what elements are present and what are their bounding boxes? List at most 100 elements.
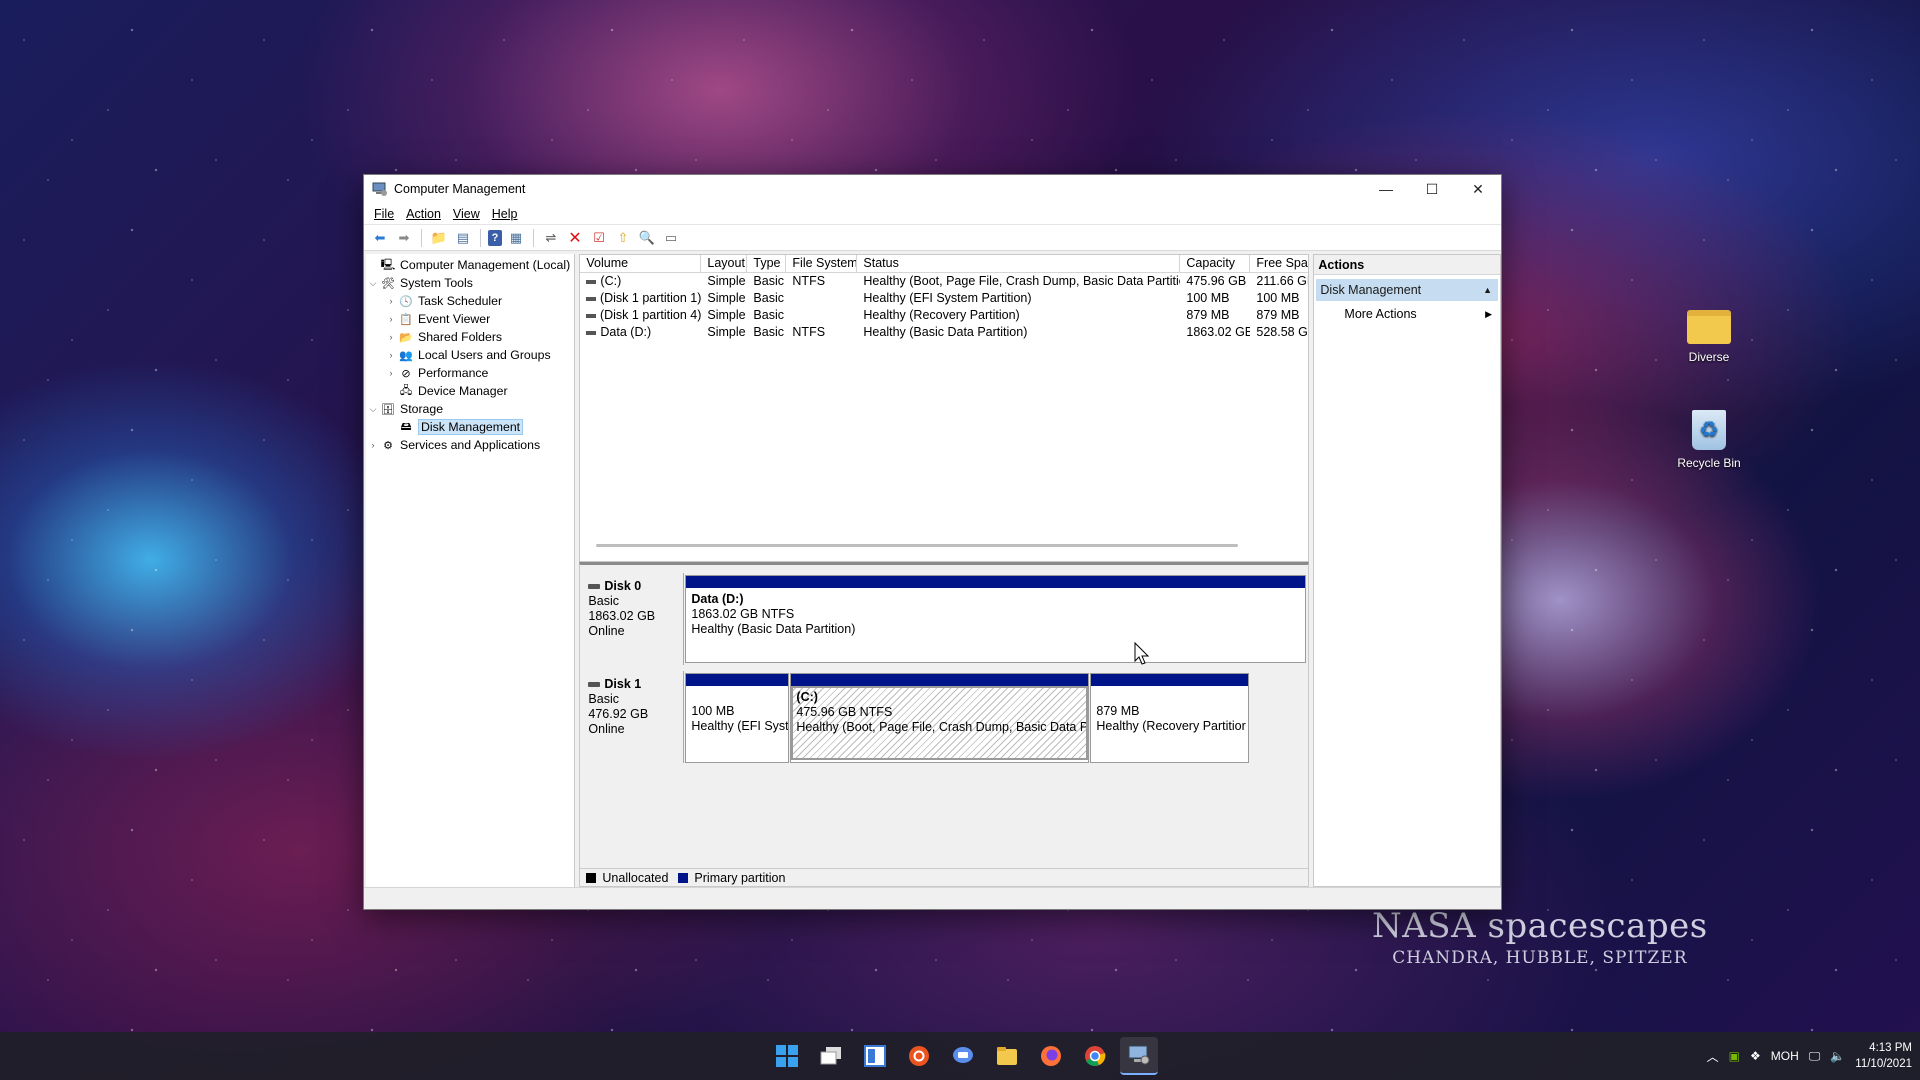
more-actions-item[interactable]: More Actions ▶ (1314, 303, 1500, 325)
column-header-type[interactable]: Type (747, 255, 787, 272)
chat-icon[interactable] (944, 1037, 982, 1075)
event-viewer-icon: 📋 (399, 313, 413, 326)
tree-item-disk-management[interactable]: 🖴 Disk Management (366, 418, 574, 436)
column-header-capacity[interactable]: Capacity (1180, 255, 1251, 272)
forward-arrow-icon[interactable]: ➡ (394, 228, 414, 248)
volume-row[interactable]: (Disk 1 partition 4) Simple Basic Health… (580, 307, 1308, 324)
partition-data-d[interactable]: Data (D:) 1863.02 GB NTFS Healthy (Basic… (685, 575, 1307, 663)
collapse-up-icon[interactable]: ▲ (1483, 279, 1492, 301)
cell-type: Basic (753, 325, 784, 339)
widgets-icon[interactable] (856, 1037, 894, 1075)
tree-item-shared-folders[interactable]: › 📂 Shared Folders (366, 328, 574, 346)
disk-graphical-view: Disk 0 Basic 1863.02 GB Online Data (D:)… (579, 562, 1310, 887)
tree-item-local-users[interactable]: › 👥 Local Users and Groups (366, 346, 574, 364)
tree-item-system-tools[interactable]: ⌵ 🛠 System Tools (366, 274, 574, 292)
disk-1-label[interactable]: Disk 1 Basic 476.92 GB Online (580, 671, 685, 763)
cell-layout: Simple (707, 308, 746, 322)
cell-layout: Simple (707, 274, 746, 288)
partition-size: 475.96 GB NTFS (796, 705, 893, 719)
firefox-icon[interactable] (1032, 1037, 1070, 1075)
partition-title: (C:) (796, 690, 818, 704)
chevron-right-icon[interactable]: › (384, 314, 398, 324)
tree-label: Local Users and Groups (418, 348, 551, 362)
desktop-icon-diverse[interactable]: Diverse (1673, 310, 1745, 364)
chevron-right-icon[interactable]: › (384, 332, 398, 342)
dropbox-icon[interactable]: ❖ (1750, 1049, 1761, 1063)
cell-capacity: 879 MB (1186, 308, 1230, 322)
column-header-status[interactable]: Status (857, 255, 1181, 272)
ubuntu-icon[interactable] (900, 1037, 938, 1075)
volume-icon[interactable]: 🔈 (1830, 1049, 1845, 1063)
column-header-file-system[interactable]: File System (786, 255, 858, 272)
properties-icon[interactable]: ▦ (506, 228, 526, 248)
desktop-icon-recycle-bin[interactable]: ♻ Recycle Bin (1673, 410, 1745, 470)
import-icon[interactable]: ⇧ (613, 228, 633, 248)
maximize-button[interactable]: ☐ (1409, 175, 1455, 203)
minimize-button[interactable]: — (1363, 175, 1409, 203)
menu-file[interactable]: File (374, 207, 394, 221)
chevron-down-icon[interactable]: ⌵ (366, 404, 380, 415)
help-icon[interactable]: ? (488, 229, 502, 246)
export-icon[interactable]: 🔍 (637, 228, 657, 248)
tree-item-performance[interactable]: › ⊘ Performance (366, 364, 574, 382)
actions-pane: Actions Disk Management ▲ More Actions ▶ (1313, 254, 1501, 887)
close-button[interactable]: ✕ (1455, 175, 1501, 203)
up-folder-icon[interactable]: 📁 (429, 228, 449, 248)
view-icon[interactable]: ▭ (661, 228, 681, 248)
partition-recovery[interactable]: 879 MB Healthy (Recovery Partitior (1090, 673, 1250, 763)
chevron-right-icon[interactable]: › (384, 350, 398, 360)
back-arrow-icon[interactable]: ⬅ (370, 228, 390, 248)
volume-row[interactable]: (C:) Simple Basic NTFS Healthy (Boot, Pa… (580, 273, 1308, 290)
title-bar[interactable]: Computer Management — ☐ ✕ (364, 175, 1501, 203)
chevron-down-icon[interactable]: ⌵ (366, 278, 380, 289)
volume-icon (586, 279, 597, 284)
chevron-right-icon[interactable]: › (384, 296, 398, 306)
computer-management-icon (372, 182, 387, 196)
menu-action[interactable]: Action (406, 207, 441, 221)
nvidia-icon[interactable]: ▣ (1729, 1049, 1740, 1063)
column-header-volume[interactable]: Volume (580, 255, 702, 272)
connect-icon[interactable]: ⇌ (541, 228, 561, 248)
disk-1-row: Disk 1 Basic 476.92 GB Online (580, 671, 685, 763)
disk-0-label[interactable]: Disk 0 Basic 1863.02 GB Online (580, 573, 685, 665)
partition-efi[interactable]: 100 MB Healthy (EFI Syst (685, 673, 790, 763)
tree-item-storage[interactable]: ⌵ 🗄 Storage (366, 400, 574, 418)
cell-file-system (786, 290, 857, 307)
check-icon[interactable]: ☑ (589, 228, 609, 248)
clock[interactable]: 4:13 PM 11/10/2021 (1855, 1040, 1912, 1072)
chevron-right-icon[interactable]: › (366, 440, 380, 450)
language-indicator[interactable]: MOH (1771, 1049, 1799, 1063)
column-header-layout[interactable]: Layout (701, 255, 748, 272)
volume-row[interactable]: Data (D:) Simple Basic NTFS Healthy (Bas… (580, 324, 1308, 341)
partition-c[interactable]: (C:) 475.96 GB NTFS Healthy (Boot, Page … (790, 673, 1090, 763)
device-manager-icon: 🖧 (399, 384, 413, 397)
tree-item-root[interactable]: 🖳 Computer Management (Local) (366, 256, 574, 274)
tree-label: Services and Applications (400, 438, 541, 452)
submenu-arrow-icon: ▶ (1485, 309, 1492, 319)
performance-icon: ⊘ (401, 367, 411, 380)
tree-item-services[interactable]: › ⚙ Services and Applications (366, 436, 574, 454)
network-icon[interactable]: 🖵 (1809, 1049, 1821, 1064)
tree-item-event-viewer[interactable]: › 📋 Event Viewer (366, 310, 574, 328)
column-header-free-space[interactable]: Free Spac (1250, 255, 1308, 272)
chrome-icon[interactable] (1076, 1037, 1114, 1075)
actions-section-disk-management[interactable]: Disk Management ▲ (1316, 279, 1498, 301)
computer-management-icon[interactable] (1120, 1037, 1158, 1075)
chevron-up-icon[interactable]: ︿ (1707, 1048, 1719, 1065)
start-icon[interactable] (768, 1037, 806, 1075)
file-explorer-icon[interactable] (988, 1037, 1026, 1075)
tree-item-device-manager[interactable]: 🖧 Device Manager (366, 382, 574, 400)
show-tree-icon[interactable]: ▤ (453, 228, 473, 248)
tree-item-task-scheduler[interactable]: › 🕓 Task Scheduler (366, 292, 574, 310)
menu-view[interactable]: View (453, 207, 480, 221)
chevron-right-icon[interactable]: › (384, 368, 398, 378)
tree-label: Device Manager (418, 384, 508, 398)
horizontal-scrollbar[interactable] (596, 544, 1239, 547)
task-view-icon[interactable] (812, 1037, 850, 1075)
delete-icon[interactable]: ✕ (565, 228, 585, 248)
center-pane: Volume Layout Type File System Status Ca… (579, 254, 1310, 887)
volume-row[interactable]: (Disk 1 partition 1) Simple Basic Health… (580, 290, 1308, 307)
menu-help[interactable]: Help (492, 207, 518, 221)
toolbar-separator (533, 228, 534, 247)
tree-label: Computer Management (Local) (400, 258, 571, 272)
